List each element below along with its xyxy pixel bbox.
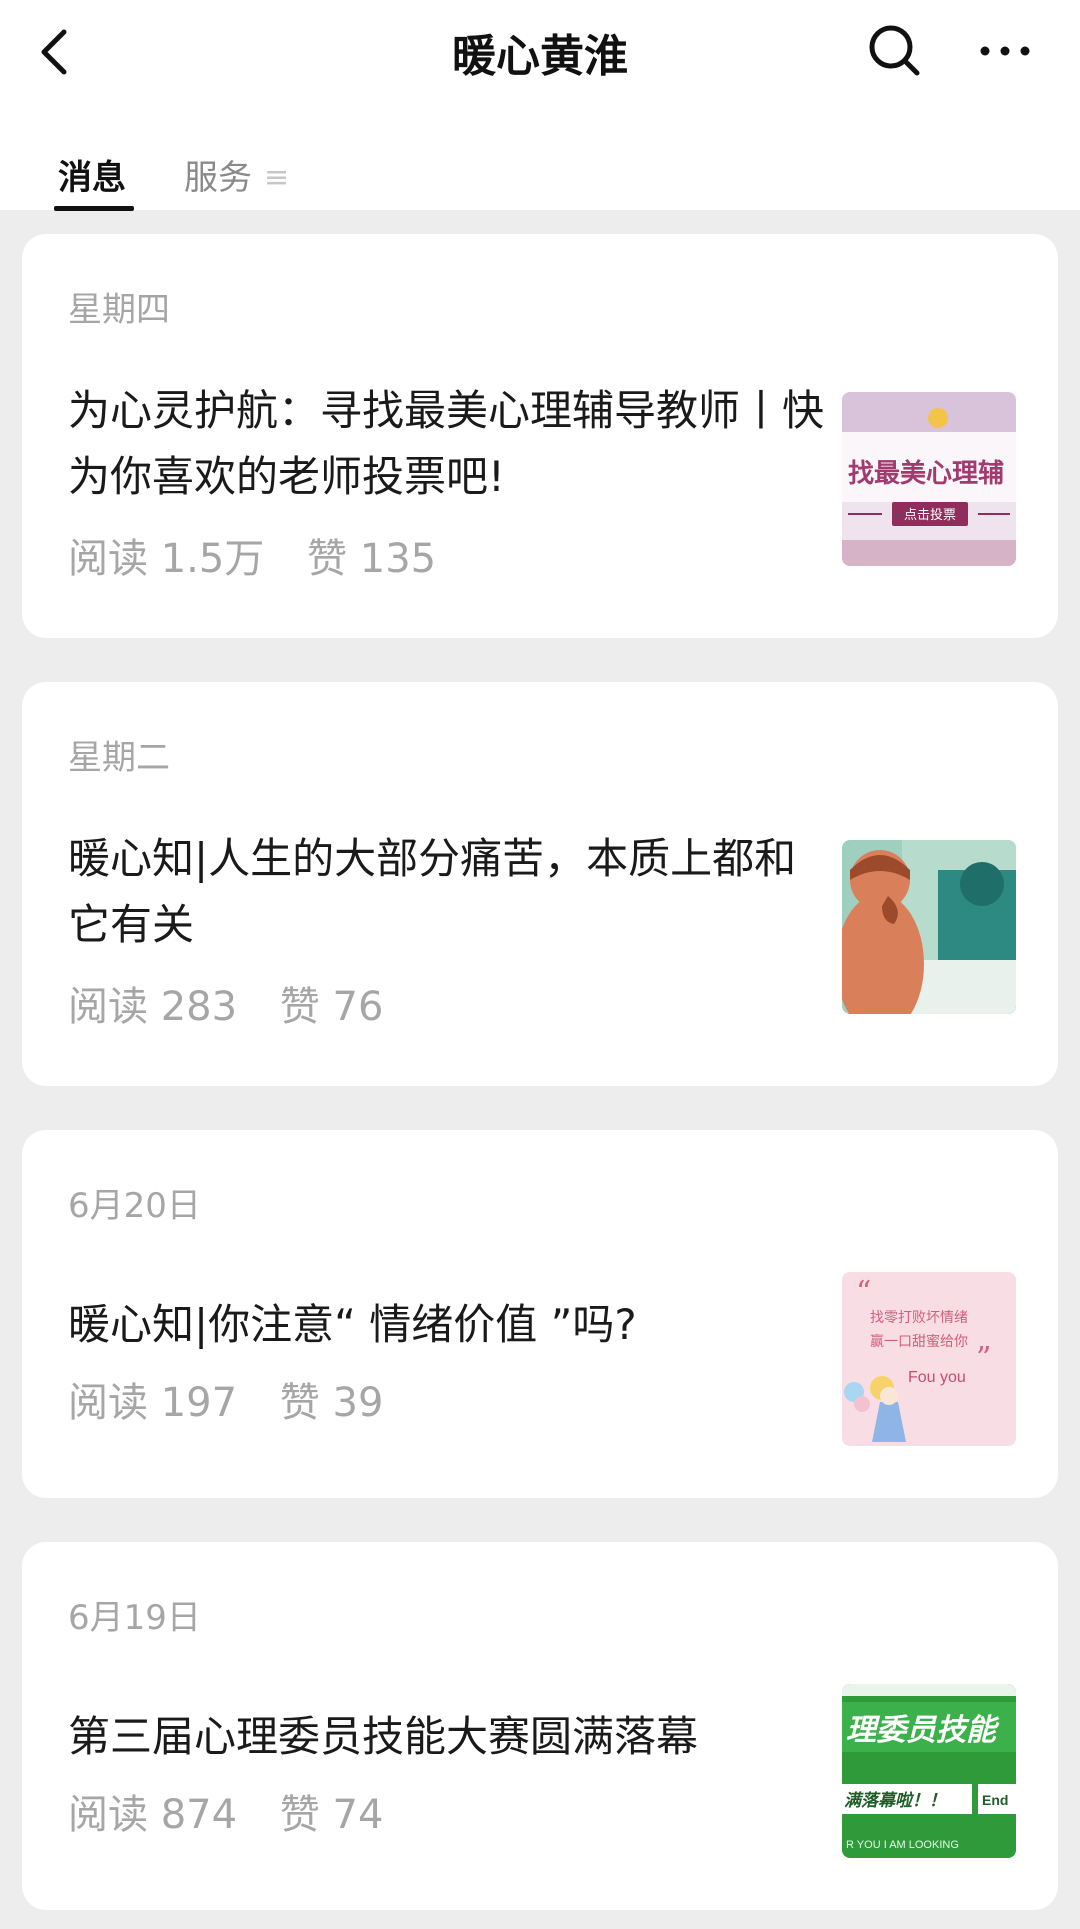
more-button[interactable] (972, 18, 1038, 84)
like-count: 赞 135 (307, 536, 437, 582)
tab-messages[interactable]: 消息 (58, 150, 126, 199)
menu-icon: ≡ (264, 160, 290, 195)
article-title: 为心灵护航：寻找最美心理辅导教师丨快为你喜欢的老师投票吧! (68, 386, 825, 501)
thumb-text: 找零打败坏情绪 (870, 1309, 968, 1325)
active-tab-indicator (54, 206, 134, 211)
svg-text:”: ” (976, 1341, 991, 1376)
article-date: 星期二 (68, 738, 170, 778)
article-card[interactable]: 6月19日 第三届心理委员技能大赛圆满落幕 阅读 874 赞 74 理委员技能 … (22, 1542, 1058, 1910)
more-horizontal-icon (980, 46, 1030, 56)
read-count: 阅读 283 (68, 984, 238, 1030)
read-count: 阅读 1.5万 (68, 536, 265, 582)
article-stats: 阅读 874 赞 74 (68, 1782, 413, 1840)
tab-services[interactable]: 服务 ≡ (184, 150, 289, 199)
tab-services-label: 服务 (184, 158, 252, 198)
top-bar: 暖心黄淮 消息 服务 ≡ (0, 0, 1080, 211)
article-thumbnail: “ 找零打败坏情绪 赢一口甜蜜给你 ” Fou you (842, 1272, 1016, 1446)
article-thumbnail: 找最美心理辅 点击投票 (842, 392, 1016, 566)
svg-text:“: “ (856, 1275, 871, 1310)
like-count: 赞 74 (279, 1792, 384, 1838)
article-card[interactable]: 星期二 暖心知|人生的大部分痛苦，本质上都和它有关 阅读 283 赞 76 (22, 682, 1058, 1086)
thumb-text: 赢一口甜蜜给你 (870, 1333, 968, 1349)
thumb-text: 找最美心理辅 (848, 458, 1004, 488)
article-thumbnail: 理委员技能 满落幕啦！！ End R YOU I AM LOOKING (842, 1684, 1016, 1858)
like-count: 赞 39 (279, 1380, 384, 1426)
article-date: 星期四 (68, 290, 170, 330)
search-icon (869, 25, 920, 76)
thumb-text: 理委员技能 (846, 1714, 1000, 1747)
article-card[interactable]: 6月20日 暖心知|你注意“ 情绪价值 ”吗? 阅读 197 赞 39 “ 找零… (22, 1130, 1058, 1498)
tab-messages-label: 消息 (58, 158, 126, 198)
article-stats: 阅读 1.5万 赞 135 (68, 526, 466, 584)
search-button[interactable] (862, 18, 928, 84)
thumb-text: Fou you (908, 1369, 966, 1386)
tab-bar: 消息 服务 ≡ (0, 120, 1080, 211)
read-count: 阅读 197 (68, 1380, 238, 1426)
article-date: 6月20日 (68, 1186, 201, 1226)
article-title: 第三届心理委员技能大赛圆满落幕 (68, 1712, 699, 1761)
like-count: 赞 76 (279, 984, 384, 1030)
thumb-text: R YOU I AM LOOKING (846, 1839, 959, 1851)
article-stats: 阅读 283 赞 76 (68, 974, 413, 1032)
thumb-text: 满落幕啦！！ (844, 1791, 946, 1810)
article-stats: 阅读 197 赞 39 (68, 1370, 413, 1428)
article-thumbnail (842, 840, 1016, 1014)
article-date: 6月19日 (68, 1598, 201, 1638)
article-title: 暖心知|人生的大部分痛苦，本质上都和它有关 (68, 834, 797, 949)
article-card[interactable]: 星期四 为心灵护航：寻找最美心理辅导教师丨快为你喜欢的老师投票吧! 阅读 1.5… (22, 234, 1058, 638)
article-title: 暖心知|你注意“ 情绪价值 ”吗? (68, 1300, 637, 1349)
thumb-button-text: 点击投票 (904, 507, 956, 522)
read-count: 阅读 874 (68, 1792, 238, 1838)
thumb-text: End (982, 1792, 1008, 1808)
